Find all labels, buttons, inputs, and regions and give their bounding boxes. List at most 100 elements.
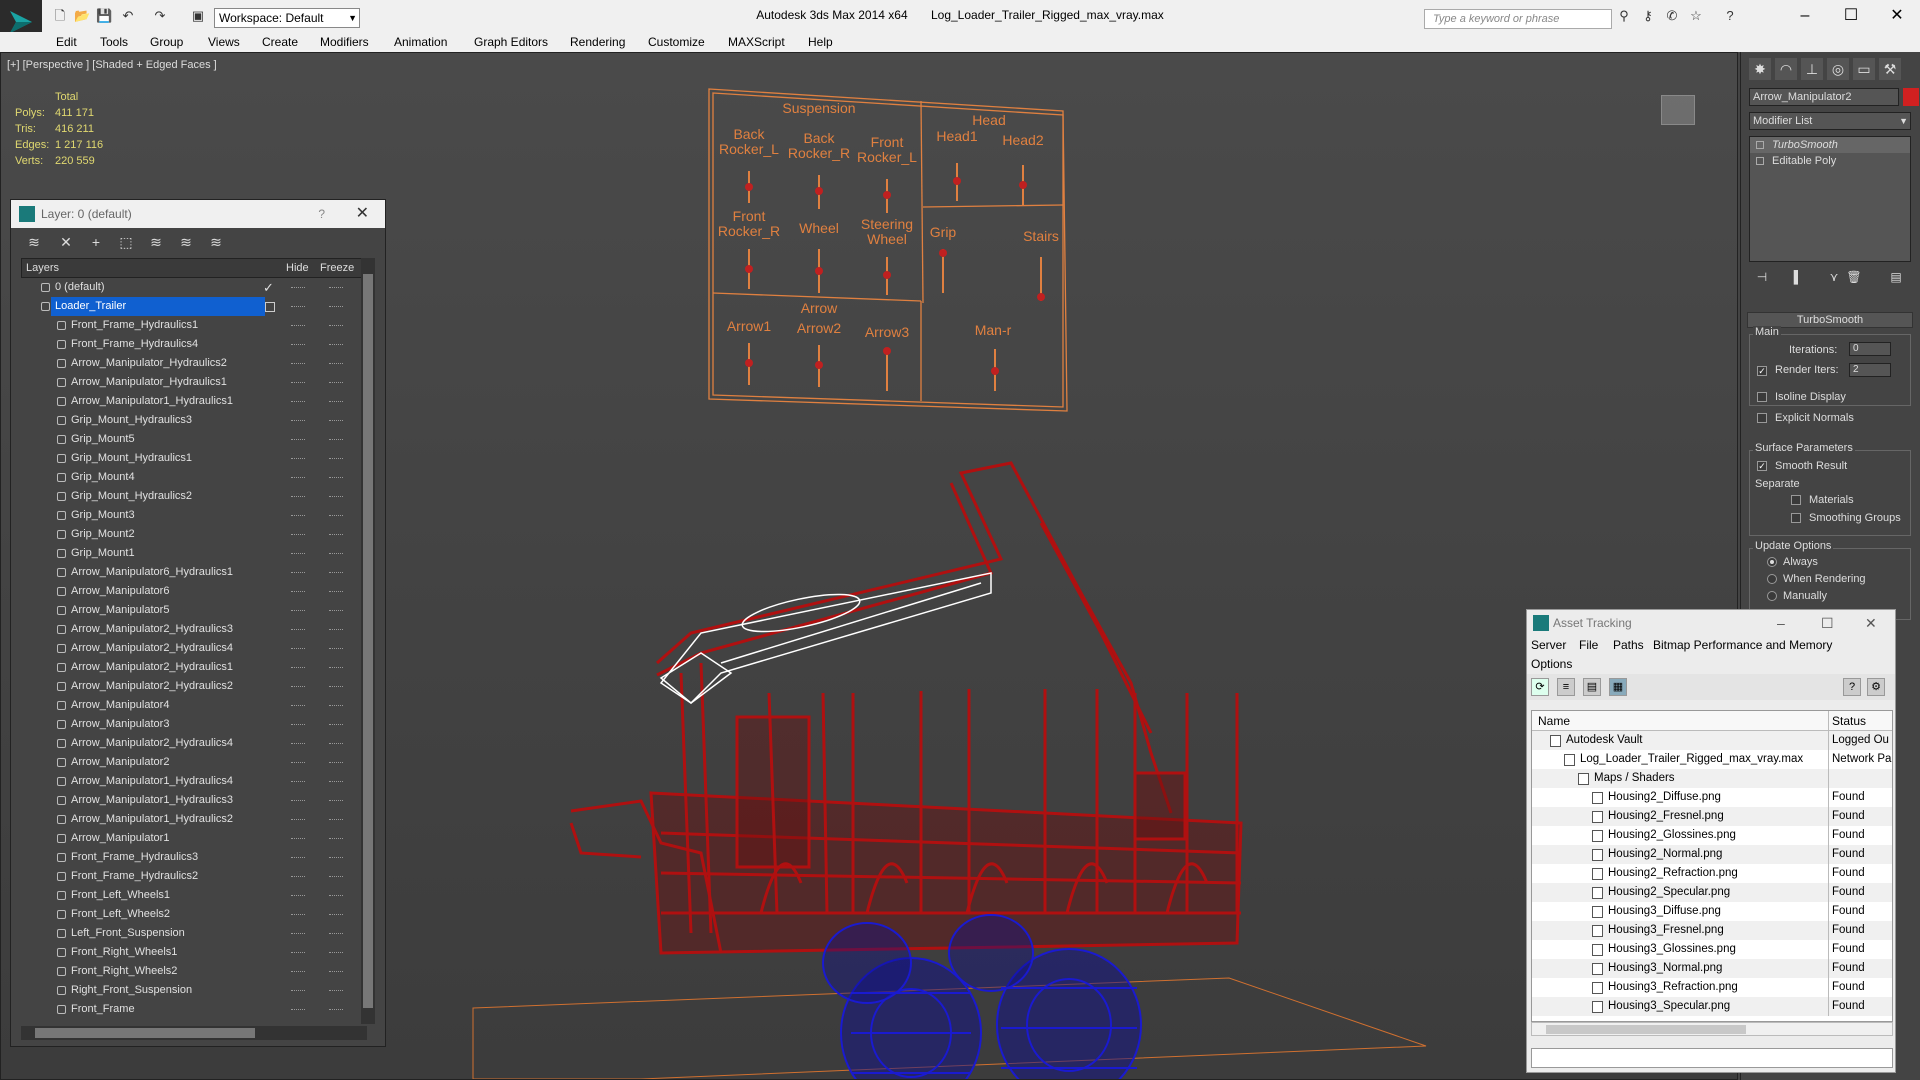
- stack-item-editable-poly[interactable]: Editable Poly: [1750, 153, 1910, 169]
- close-icon[interactable]: ✕: [1865, 610, 1877, 636]
- hide-toggle[interactable]: [291, 458, 305, 459]
- menu-graph-editors[interactable]: Graph Editors: [474, 35, 548, 49]
- layer-row[interactable]: Front_Right_Wheels2: [21, 962, 367, 981]
- utilities-tab-icon[interactable]: ⚒: [1879, 58, 1901, 80]
- menu-customize[interactable]: Customize: [648, 35, 705, 49]
- layer-row-default[interactable]: 0 (default) ✓: [21, 278, 367, 297]
- layer-row[interactable]: Arrow_Manipulator1_Hydraulics2: [21, 810, 367, 829]
- layer-row[interactable]: Left_Front_Suspension: [21, 924, 367, 943]
- table-view-icon[interactable]: ▦: [1609, 678, 1627, 696]
- freeze-toggle[interactable]: [329, 382, 343, 383]
- favorites-star-icon[interactable]: ☆: [1688, 8, 1704, 24]
- close-window-button[interactable]: ✕: [1882, 6, 1912, 26]
- asset-row[interactable]: Housing2_Fresnel.png Found: [1532, 807, 1892, 826]
- layer-row[interactable]: Front_Right_Wheels1: [21, 943, 367, 962]
- remove-modifier-icon[interactable]: 🗑: [1845, 270, 1863, 288]
- active-layer-check-icon[interactable]: ✓: [263, 278, 274, 297]
- freeze-toggle[interactable]: [329, 534, 343, 535]
- new-file-icon[interactable]: 🗋: [52, 8, 68, 24]
- hide-toggle[interactable]: [291, 857, 305, 858]
- scrollbar-thumb[interactable]: [1546, 1025, 1746, 1034]
- subscription-icon[interactable]: ⚷: [1640, 8, 1656, 24]
- hide-toggle[interactable]: [291, 572, 305, 573]
- hide-toggle[interactable]: [291, 781, 305, 782]
- redo-icon[interactable]: ↷: [152, 8, 168, 24]
- freeze-toggle[interactable]: [329, 914, 343, 915]
- iterations-spinner[interactable]: 0: [1849, 342, 1891, 356]
- freeze-toggle[interactable]: [329, 971, 343, 972]
- explicit-normals-checkbox[interactable]: [1757, 413, 1767, 423]
- menu-views[interactable]: Views: [208, 35, 240, 49]
- undo-icon[interactable]: ↶: [120, 8, 136, 24]
- freeze-toggle[interactable]: [329, 686, 343, 687]
- asset-row[interactable]: Housing3_Normal.png Found: [1532, 959, 1892, 978]
- list-view-icon[interactable]: ≡: [1557, 678, 1575, 696]
- update-manually-radio[interactable]: [1767, 591, 1777, 601]
- freeze-toggle[interactable]: [329, 781, 343, 782]
- hide-toggle[interactable]: [291, 325, 305, 326]
- hide-toggle[interactable]: [291, 1009, 305, 1010]
- maximize-icon[interactable]: ☐: [1821, 610, 1834, 636]
- modifier-list-dropdown[interactable]: Modifier List ▼: [1749, 112, 1911, 130]
- render-iters-spinner[interactable]: 2: [1849, 363, 1891, 377]
- freeze-toggle[interactable]: [329, 496, 343, 497]
- menu-help[interactable]: Help: [808, 35, 833, 49]
- freeze-toggle[interactable]: [329, 667, 343, 668]
- help-icon[interactable]: ?: [1722, 8, 1738, 24]
- freeze-toggle[interactable]: [329, 990, 343, 991]
- asset-row[interactable]: Housing2_Diffuse.png Found: [1532, 788, 1892, 807]
- make-unique-icon[interactable]: ⋎: [1825, 270, 1843, 288]
- menu-options[interactable]: Options: [1531, 657, 1572, 671]
- isoline-display-checkbox[interactable]: [1757, 392, 1767, 402]
- hide-toggle[interactable]: [291, 287, 305, 288]
- hide-toggle[interactable]: [291, 895, 305, 896]
- freeze-toggle[interactable]: [329, 458, 343, 459]
- column-name[interactable]: Name: [1538, 711, 1570, 731]
- hide-toggle[interactable]: [291, 553, 305, 554]
- freeze-toggle[interactable]: [329, 838, 343, 839]
- freeze-toggle[interactable]: [329, 857, 343, 858]
- layer-row[interactable]: Arrow_Manipulator2_Hydraulics2: [21, 677, 367, 696]
- freeze-toggle[interactable]: [329, 629, 343, 630]
- layer-row[interactable]: Arrow_Manipulator6: [21, 582, 367, 601]
- layer-row[interactable]: Front_Left_Wheels1: [21, 886, 367, 905]
- freeze-toggle[interactable]: [329, 933, 343, 934]
- hide-toggle[interactable]: [291, 344, 305, 345]
- smooth-result-checkbox[interactable]: ✓: [1757, 461, 1767, 471]
- layer-row[interactable]: Arrow_Manipulator2_Hydraulics4: [21, 734, 367, 753]
- column-layers[interactable]: Layers: [26, 262, 59, 274]
- layer-row[interactable]: Arrow_Manipulator2_Hydraulics1: [21, 658, 367, 677]
- menu-rendering[interactable]: Rendering: [570, 35, 625, 49]
- hide-toggle[interactable]: [291, 306, 305, 307]
- hide-toggle[interactable]: [291, 952, 305, 953]
- viewcube[interactable]: [1661, 95, 1695, 125]
- layer-manager-titlebar[interactable]: Layer: 0 (default) ? ✕: [11, 200, 385, 228]
- hide-toggle[interactable]: [291, 591, 305, 592]
- pin-stack-icon[interactable]: ⊣: [1753, 270, 1771, 288]
- layer-row[interactable]: Arrow_Manipulator6_Hydraulics1: [21, 563, 367, 582]
- modify-tab-icon[interactable]: ◠: [1775, 58, 1797, 80]
- layer-row[interactable]: Grip_Mount5: [21, 430, 367, 449]
- layer-row-loader-trailer[interactable]: Loader_Trailer: [21, 297, 367, 316]
- object-color-swatch[interactable]: [1903, 88, 1919, 106]
- freeze-toggle[interactable]: [329, 610, 343, 611]
- asset-tracking-titlebar[interactable]: Asset Tracking – ☐ ✕: [1527, 610, 1895, 636]
- keyword-search-input[interactable]: Type a keyword or phrase: [1424, 9, 1612, 29]
- freeze-toggle[interactable]: [329, 572, 343, 573]
- asset-row[interactable]: Housing2_Normal.png Found: [1532, 845, 1892, 864]
- object-name-field[interactable]: Arrow_Manipulator2: [1749, 88, 1899, 106]
- asset-row[interactable]: Housing2_Specular.png Found: [1532, 883, 1892, 902]
- layer-row[interactable]: Arrow_Manipulator2_Hydraulics4: [21, 639, 367, 658]
- lightbulb-icon[interactable]: [1756, 141, 1764, 149]
- asset-row[interactable]: Autodesk Vault Logged Ou: [1532, 731, 1892, 750]
- asset-row[interactable]: Housing3_Glossines.png Found: [1532, 940, 1892, 959]
- save-file-icon[interactable]: 💾: [96, 8, 112, 24]
- freeze-toggle[interactable]: [329, 363, 343, 364]
- freeze-toggle[interactable]: [329, 952, 343, 953]
- freeze-toggle[interactable]: [329, 876, 343, 877]
- menu-edit[interactable]: Edit: [56, 35, 77, 49]
- layer-row[interactable]: Arrow_Manipulator1_Hydraulics1: [21, 392, 367, 411]
- layer-row[interactable]: Front_Frame_Hydraulics3: [21, 848, 367, 867]
- column-hide[interactable]: Hide: [286, 262, 309, 274]
- asset-row[interactable]: Maps / Shaders: [1532, 769, 1892, 788]
